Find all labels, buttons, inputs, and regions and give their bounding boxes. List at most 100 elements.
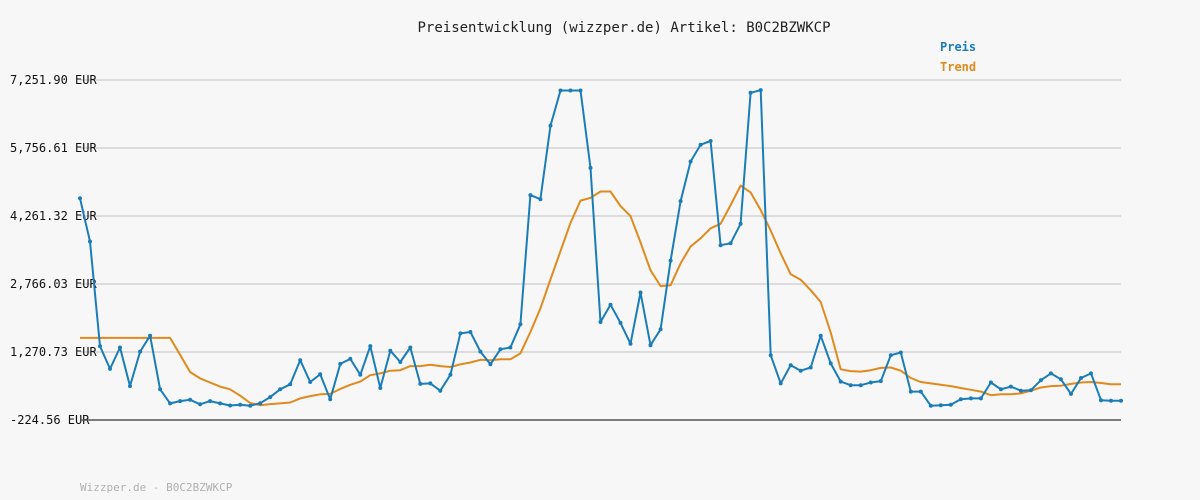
data-point-preis — [658, 327, 663, 332]
data-point-preis — [178, 399, 183, 404]
data-point-preis — [208, 399, 213, 404]
data-point-preis — [1048, 371, 1053, 376]
data-point-preis — [958, 397, 963, 402]
data-point-preis — [148, 333, 153, 338]
data-point-preis — [408, 345, 413, 350]
data-point-preis — [288, 382, 293, 387]
data-point-preis — [1069, 391, 1073, 396]
data-point-preis — [1028, 388, 1033, 393]
data-point-preis — [438, 388, 443, 393]
chart-canvas: Preisentwicklung (wizzper.de) Artikel: B… — [10, 20, 1123, 494]
data-point-preis — [778, 381, 783, 386]
data-point-preis — [968, 396, 973, 401]
data-point-preis — [378, 386, 383, 390]
data-point-preis — [118, 345, 122, 350]
data-point-preis — [638, 290, 643, 295]
data-point-preis — [138, 349, 143, 354]
data-point-preis — [198, 402, 203, 407]
data-point-preis — [358, 372, 363, 377]
data-point-preis — [1008, 384, 1013, 389]
y-tick-label: -224.56 EUR — [10, 413, 90, 427]
data-point-preis — [838, 379, 843, 384]
data-point-preis — [248, 403, 253, 408]
price-chart: Preisentwicklung (wizzper.de) Artikel: B… — [0, 0, 1200, 500]
data-point-preis — [978, 396, 983, 401]
data-point-preis — [518, 322, 523, 327]
data-point-preis — [748, 90, 753, 95]
y-tick-label: 5,756.61 EUR — [10, 141, 97, 155]
data-point-preis — [1038, 378, 1043, 383]
data-point-preis — [708, 139, 713, 143]
y-tick-label: 1,270.73 EUR — [10, 345, 97, 359]
data-point-preis — [88, 239, 92, 244]
data-point-preis — [938, 403, 943, 408]
data-point-preis — [298, 358, 303, 363]
data-point-preis — [328, 397, 333, 402]
chart-footer: Wizzper.de - B0C2BZWKCP — [80, 481, 233, 494]
data-point-preis — [888, 353, 893, 358]
data-point-preis — [478, 349, 483, 354]
data-point-preis — [318, 372, 323, 377]
data-point-preis — [458, 331, 463, 336]
data-point-preis — [578, 88, 583, 93]
data-point-preis — [798, 368, 803, 373]
data-point-preis — [648, 343, 653, 348]
plot-area — [78, 88, 1123, 408]
data-point-preis — [678, 199, 683, 204]
data-point-preis — [428, 381, 433, 386]
data-point-preis — [158, 387, 163, 392]
data-point-preis — [508, 345, 513, 350]
legend: Preis Trend — [940, 40, 976, 74]
data-point-preis — [538, 197, 543, 202]
data-point-preis — [908, 389, 913, 394]
data-point-preis — [78, 196, 82, 201]
data-point-preis — [818, 333, 823, 338]
data-point-preis — [698, 142, 703, 147]
data-point-preis — [498, 347, 503, 352]
data-point-preis — [738, 221, 743, 226]
data-point-preis — [768, 353, 773, 358]
data-point-preis — [1018, 388, 1023, 393]
data-point-preis — [468, 330, 473, 334]
data-point-preis — [728, 241, 733, 246]
series-line-preis — [79, 89, 1121, 407]
data-point-preis — [278, 387, 283, 392]
data-point-preis — [1089, 371, 1093, 376]
data-point-preis — [758, 88, 763, 93]
data-point-preis — [718, 243, 723, 248]
data-point-preis — [858, 383, 863, 388]
data-point-preis — [228, 403, 233, 408]
data-point-preis — [1109, 398, 1113, 403]
data-point-preis — [418, 381, 423, 386]
data-point-preis — [98, 344, 102, 349]
data-point-preis — [688, 159, 693, 164]
data-point-preis — [828, 361, 833, 366]
data-point-preis — [848, 383, 853, 388]
y-tick-label: 2,766.03 EUR — [10, 277, 97, 291]
data-point-preis — [898, 350, 903, 355]
data-point-preis — [348, 356, 353, 361]
data-point-preis — [1119, 398, 1123, 403]
data-point-preis — [108, 366, 112, 371]
data-point-preis — [868, 380, 873, 385]
y-tick-label: 7,251.90 EUR — [10, 73, 97, 87]
data-point-preis — [998, 387, 1003, 392]
data-point-preis — [238, 402, 243, 407]
data-point-preis — [588, 165, 593, 170]
data-point-preis — [168, 401, 173, 406]
legend-preis: Preis — [940, 40, 976, 54]
data-point-preis — [618, 320, 623, 325]
data-point-preis — [558, 88, 563, 93]
legend-trend: Trend — [940, 60, 976, 74]
data-point-preis — [368, 344, 373, 349]
data-point-preis — [568, 88, 573, 93]
data-point-preis — [918, 389, 923, 394]
data-point-preis — [268, 395, 273, 400]
data-point-preis — [548, 123, 553, 128]
series-line-trend — [80, 184, 1121, 407]
chart-title: Preisentwicklung (wizzper.de) Artikel: B… — [417, 20, 830, 36]
data-point-preis — [598, 320, 603, 324]
data-point-preis — [218, 401, 223, 406]
data-point-preis — [928, 403, 933, 408]
data-point-preis — [448, 372, 453, 377]
